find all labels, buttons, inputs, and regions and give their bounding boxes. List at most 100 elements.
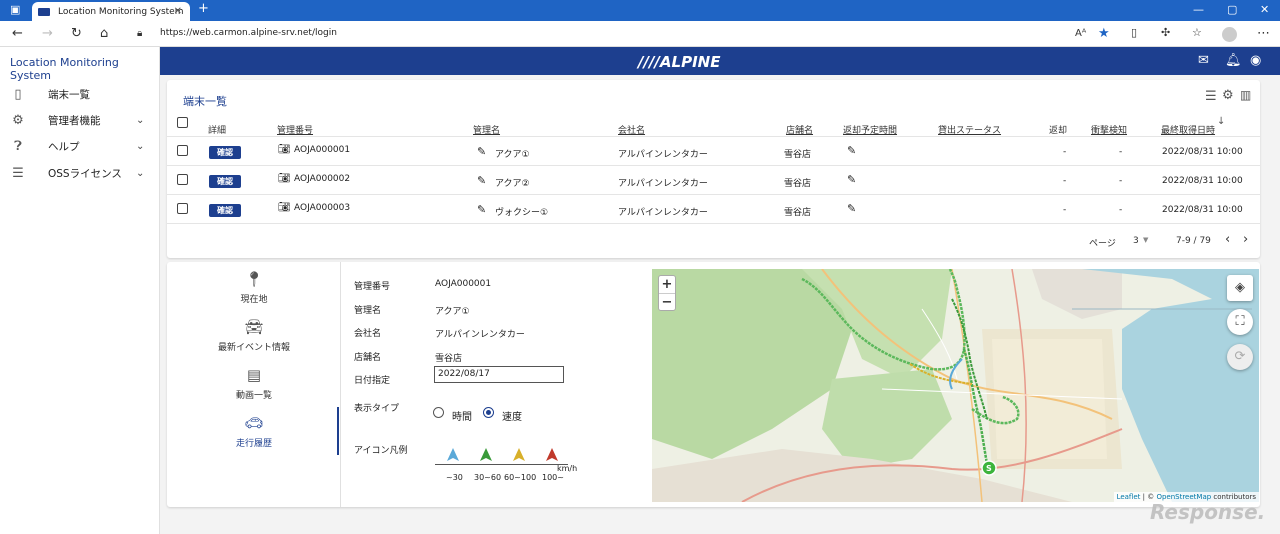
- edit-return-time-icon[interactable]: ✎: [847, 144, 856, 157]
- sidebar-item-devices[interactable]: ▯ 端末一覧: [0, 82, 160, 106]
- impact-value: -: [1119, 205, 1123, 215]
- nav-label: 走行履歴: [235, 439, 272, 449]
- watermark-logo: Response.: [1150, 500, 1266, 524]
- alpine-logo: ////ALPINE: [638, 53, 721, 71]
- legend-axis: [435, 464, 568, 465]
- account-icon[interactable]: ◉: [1250, 53, 1261, 68]
- filter-icon[interactable]: ☰: [1205, 89, 1217, 104]
- column-header[interactable]: 会社名: [618, 123, 645, 136]
- device-name: ヴォクシー①: [495, 208, 549, 218]
- select-all-checkbox[interactable]: [177, 117, 188, 128]
- sidebar-item-help[interactable]: ❓︎ ヘルプ ⌄: [0, 134, 160, 158]
- nav-driving-history[interactable]: 🚗︎ 走行履歴: [167, 414, 341, 449]
- favorite-star-icon[interactable]: ★: [1098, 26, 1110, 41]
- mail-icon[interactable]: ✉: [1198, 53, 1209, 68]
- close-tab-icon[interactable]: ✕: [174, 6, 182, 17]
- minimize-icon[interactable]: —: [1193, 3, 1204, 16]
- sidebar-item-oss[interactable]: ☰ OSSライセンス ⌄: [0, 161, 160, 185]
- row-checkbox[interactable]: [177, 174, 188, 185]
- more-menu-icon[interactable]: ⋯: [1257, 26, 1270, 41]
- column-header[interactable]: 返却予定時間: [843, 123, 897, 136]
- zoom-out-button[interactable]: −: [659, 293, 675, 310]
- video-list-icon: ▤: [246, 366, 262, 384]
- page-select[interactable]: 3: [1133, 236, 1139, 246]
- date-input[interactable]: 2022/08/17: [434, 366, 564, 383]
- page-select-caret-icon[interactable]: ▼: [1143, 236, 1148, 244]
- fullscreen-button[interactable]: ⛶: [1227, 309, 1253, 335]
- row-divider: [167, 194, 1260, 195]
- back-icon[interactable]: ←: [12, 26, 23, 41]
- read-aloud-icon[interactable]: Aᴬ: [1075, 28, 1086, 39]
- collections-icon[interactable]: ▯: [1131, 26, 1137, 39]
- prev-page-icon[interactable]: ‹: [1225, 232, 1230, 247]
- column-header[interactable]: 店舗名: [786, 123, 813, 136]
- row-checkbox[interactable]: [177, 203, 188, 214]
- return-value: -: [1063, 205, 1067, 215]
- camera-icon: 📷︎: [278, 173, 291, 184]
- edit-icon[interactable]: ✎: [477, 174, 486, 187]
- nav-latest-events[interactable]: 🚘︎ 最新イベント情報: [167, 318, 341, 353]
- radio-speed[interactable]: [483, 407, 494, 418]
- route-map[interactable]: S + − ◈ ⛶ ⟳ Leaflet | © OpenStreetMap co…: [652, 269, 1259, 502]
- sort-arrow-icon[interactable]: ↓: [1217, 116, 1225, 127]
- layers-button[interactable]: ◈: [1227, 275, 1253, 301]
- profile-avatar[interactable]: [1222, 27, 1237, 42]
- nav-video-list[interactable]: ▤ 動画一覧: [167, 366, 341, 401]
- field-label: 日付指定: [354, 376, 391, 386]
- edit-icon[interactable]: ✎: [477, 203, 486, 216]
- column-header[interactable]: 管理番号: [277, 123, 313, 136]
- window-close-icon[interactable]: ✕: [1260, 3, 1269, 16]
- browser-menu-icon[interactable]: ▣: [10, 3, 20, 16]
- store-name: 雪谷店: [784, 208, 812, 218]
- edit-icon[interactable]: ✎: [477, 145, 486, 158]
- settings-icon[interactable]: ⚙: [1222, 88, 1234, 103]
- reload-icon[interactable]: ↻: [71, 26, 82, 41]
- impact-value: -: [1119, 176, 1123, 186]
- extensions-icon[interactable]: ✣: [1161, 26, 1170, 39]
- next-page-icon[interactable]: ›: [1243, 232, 1248, 247]
- start-marker-label: S: [986, 464, 992, 473]
- field-value: アルパインレンタカー: [435, 330, 525, 340]
- arrow-medium-icon: [480, 448, 492, 461]
- column-header[interactable]: 最終取得日時: [1161, 123, 1215, 136]
- maximize-icon[interactable]: ▢: [1227, 3, 1237, 16]
- column-header[interactable]: 貸出ステータス: [938, 123, 1001, 136]
- browser-tab[interactable]: Location Monitoring System ✕: [32, 2, 190, 21]
- camera-icon: 📷︎: [278, 144, 291, 155]
- confirm-button[interactable]: 確認: [209, 204, 241, 217]
- app-title: Location Monitoring System: [10, 56, 119, 82]
- confirm-button[interactable]: 確認: [209, 175, 241, 188]
- device-id: AOJA000003: [294, 203, 351, 213]
- nav-current-location[interactable]: 📍︎ 現在地: [167, 270, 341, 305]
- address-bar[interactable]: https://web.carmon.alpine-srv.net/login: [160, 28, 337, 38]
- return-value: -: [1063, 147, 1067, 157]
- field-label: アイコン凡例: [354, 446, 408, 456]
- chevron-down-icon: ⌄: [136, 167, 145, 179]
- sidebar-item-admin[interactable]: ⚙ 管理者機能 ⌄: [0, 108, 160, 132]
- column-header[interactable]: 衝撃検知: [1091, 123, 1127, 136]
- map-icon[interactable]: ▥: [1240, 88, 1251, 102]
- list-icon: ☰: [12, 165, 24, 181]
- field-value: AOJA000001: [435, 279, 492, 289]
- sidebar: Location Monitoring System ▯ 端末一覧 ⚙ 管理者機…: [0, 47, 160, 534]
- leaflet-link[interactable]: Leaflet: [1117, 493, 1141, 501]
- device-list-card: 端末一覧 ☰ ⚙ ▥ 詳細 管理番号 管理名 会社名 店舗名 返却予定時間 貸出…: [167, 80, 1260, 258]
- home-icon[interactable]: ⌂: [100, 26, 108, 41]
- new-tab-icon[interactable]: +: [198, 1, 209, 16]
- radio-time-label: 時間: [452, 412, 472, 423]
- favorites-list-icon[interactable]: ☆: [1192, 26, 1202, 39]
- fullscreen-icon: ⛶: [1235, 314, 1245, 329]
- edit-return-time-icon[interactable]: ✎: [847, 173, 856, 186]
- field-label: 管理番号: [354, 282, 391, 292]
- refresh-button[interactable]: ⟳: [1227, 344, 1253, 370]
- confirm-button[interactable]: 確認: [209, 146, 241, 159]
- help-icon: ❓︎: [14, 138, 22, 154]
- forward-icon[interactable]: →: [42, 26, 53, 41]
- edit-return-time-icon[interactable]: ✎: [847, 202, 856, 215]
- zoom-in-button[interactable]: +: [659, 276, 675, 293]
- radio-time[interactable]: [433, 407, 444, 418]
- lock-icon[interactable]: 🔒︎: [137, 28, 142, 39]
- column-header[interactable]: 管理名: [473, 123, 500, 136]
- row-checkbox[interactable]: [177, 145, 188, 156]
- bell-icon[interactable]: 🔔︎: [1225, 53, 1242, 68]
